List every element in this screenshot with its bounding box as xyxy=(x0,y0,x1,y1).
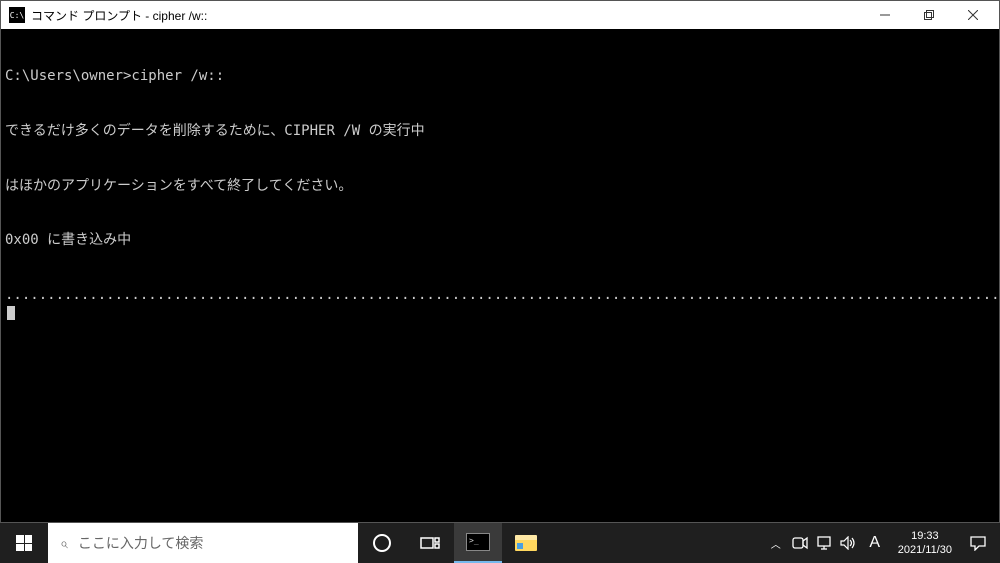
windows-logo-icon xyxy=(16,535,32,551)
search-input[interactable]: ⌕ ここに入力して検索 xyxy=(48,523,358,563)
task-view-icon xyxy=(420,535,440,551)
start-button[interactable] xyxy=(0,523,48,563)
taskbar-app-explorer[interactable] xyxy=(502,523,550,563)
explorer-icon xyxy=(515,535,537,551)
terminal-progress: ........................................… xyxy=(5,287,999,321)
clock-date: 2021/11/30 xyxy=(898,543,952,557)
app-icon: C:\ xyxy=(9,7,25,23)
command-prompt-window: C:\ コマンド プロンプト - cipher /w:: C:\Users\ow… xyxy=(0,0,1000,523)
maximize-button[interactable] xyxy=(907,1,951,29)
meet-now-icon xyxy=(792,536,808,550)
window-controls xyxy=(863,1,995,29)
network-button[interactable] xyxy=(812,523,836,563)
cursor xyxy=(7,306,15,320)
task-view-button[interactable] xyxy=(406,523,454,563)
close-button[interactable] xyxy=(951,1,995,29)
chevron-up-icon: ︿ xyxy=(771,536,781,551)
titlebar[interactable]: C:\ コマンド プロンプト - cipher /w:: xyxy=(1,1,999,29)
clock-time: 19:33 xyxy=(898,529,952,543)
terminal-output[interactable]: C:\Users\owner>cipher /w:: できるだけ多くのデータを削… xyxy=(1,29,999,522)
volume-button[interactable] xyxy=(836,523,860,563)
minimize-button[interactable] xyxy=(863,1,907,29)
system-tray: ︿ A 19:33 2021/11/30 xyxy=(764,523,1000,563)
network-icon xyxy=(816,536,832,550)
ime-indicator[interactable]: A xyxy=(860,523,890,563)
task-icons xyxy=(358,523,550,563)
tray-overflow-button[interactable]: ︿ xyxy=(764,523,788,563)
cortana-icon xyxy=(373,534,391,552)
meet-now-button[interactable] xyxy=(788,523,812,563)
window-title: コマンド プロンプト - cipher /w:: xyxy=(31,7,863,24)
volume-icon xyxy=(840,536,856,550)
terminal-line: C:\Users\owner>cipher /w:: xyxy=(5,67,995,85)
search-icon: ⌕ xyxy=(60,535,68,552)
cortana-button[interactable] xyxy=(358,523,406,563)
terminal-line: はほかのアプリケーションをすべて終了してください。 xyxy=(5,177,995,195)
cmd-icon xyxy=(466,533,490,551)
notification-icon xyxy=(970,535,986,551)
taskbar: ⌕ ここに入力して検索 ︿ xyxy=(0,523,1000,563)
action-center-button[interactable] xyxy=(960,523,996,563)
terminal-line: 0x00 に書き込み中 xyxy=(5,231,995,249)
clock[interactable]: 19:33 2021/11/30 xyxy=(890,523,960,563)
search-placeholder: ここに入力して検索 xyxy=(78,533,204,553)
terminal-line: できるだけ多くのデータを削除するために、CIPHER /W の実行中 xyxy=(5,122,995,140)
taskbar-app-cmd[interactable] xyxy=(454,523,502,563)
